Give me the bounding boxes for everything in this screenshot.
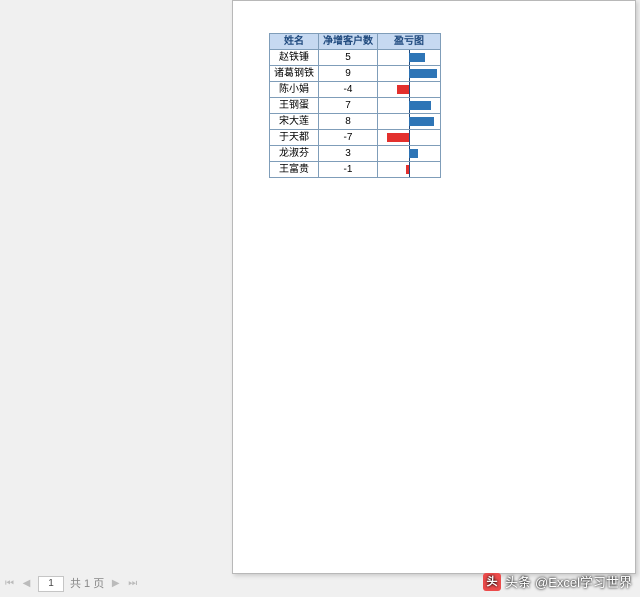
cell-value: -7 (319, 130, 378, 146)
table-row: 王钢蛋7 (270, 98, 441, 114)
cell-name: 宋大莲 (270, 114, 319, 130)
cell-name: 于天都 (270, 130, 319, 146)
cell-name: 陈小娟 (270, 82, 319, 98)
cell-value: -1 (319, 162, 378, 178)
pager-next-icon[interactable]: ▶ (110, 577, 121, 591)
bar-axis (409, 130, 410, 145)
table-row: 赵铁锤5 (270, 50, 441, 66)
pager-bar: ⏮ ◀ 1 共 1 页 ▶ ⏭ (4, 575, 138, 593)
watermark-icon: 头 (483, 573, 501, 591)
bar-positive (409, 149, 418, 158)
watermark-prefix: 头条 (505, 576, 531, 589)
cell-name: 龙淑芬 (270, 146, 319, 162)
cell-value: 3 (319, 146, 378, 162)
table-row: 陈小娟-4 (270, 82, 441, 98)
cell-name: 王钢蛋 (270, 98, 319, 114)
col-header-name: 姓名 (270, 34, 319, 50)
bar-positive (409, 69, 437, 78)
table-row: 宋大莲8 (270, 114, 441, 130)
pager-total-label: 共 1 页 (70, 579, 104, 590)
table-header-row: 姓名 净增客户数 盈亏图 (270, 34, 441, 50)
pager-last-icon[interactable]: ⏭ (127, 577, 138, 591)
cell-winloss-bar (378, 98, 441, 114)
watermark-handle: @Excel学习世界 (535, 576, 632, 589)
cell-winloss-bar (378, 162, 441, 178)
table-row: 于天都-7 (270, 130, 441, 146)
print-preview-page: 姓名 净增客户数 盈亏图 赵铁锤5诸葛钢铁9陈小娟-4王钢蛋7宋大莲8于天都-7… (232, 0, 636, 574)
bar-negative (387, 133, 409, 142)
cell-winloss-bar (378, 66, 441, 82)
cell-winloss-bar (378, 50, 441, 66)
bar-negative (406, 165, 409, 174)
pager-prev-icon[interactable]: ◀ (21, 577, 32, 591)
pager-first-icon[interactable]: ⏮ (4, 577, 15, 591)
watermark: 头 头条 @Excel学习世界 (483, 573, 632, 591)
bar-positive (409, 101, 431, 110)
cell-name: 王富贵 (270, 162, 319, 178)
bar-positive (409, 117, 434, 126)
cell-value: 8 (319, 114, 378, 130)
bar-positive (409, 53, 425, 62)
cell-winloss-bar (378, 130, 441, 146)
cell-winloss-bar (378, 146, 441, 162)
table-row: 龙淑芬3 (270, 146, 441, 162)
bar-axis (409, 162, 410, 177)
cell-value: 9 (319, 66, 378, 82)
table-body: 赵铁锤5诸葛钢铁9陈小娟-4王钢蛋7宋大莲8于天都-7龙淑芬3王富贵-1 (270, 50, 441, 178)
bar-negative (397, 85, 409, 94)
table-row: 诸葛钢铁9 (270, 66, 441, 82)
cell-value: 7 (319, 98, 378, 114)
cell-name: 诸葛钢铁 (270, 66, 319, 82)
data-table: 姓名 净增客户数 盈亏图 赵铁锤5诸葛钢铁9陈小娟-4王钢蛋7宋大莲8于天都-7… (269, 33, 441, 178)
cell-value: 5 (319, 50, 378, 66)
col-header-chart: 盈亏图 (378, 34, 441, 50)
cell-value: -4 (319, 82, 378, 98)
cell-winloss-bar (378, 114, 441, 130)
col-header-value: 净增客户数 (319, 34, 378, 50)
pager-current-input[interactable]: 1 (38, 576, 64, 592)
cell-winloss-bar (378, 82, 441, 98)
cell-name: 赵铁锤 (270, 50, 319, 66)
table-row: 王富贵-1 (270, 162, 441, 178)
bar-axis (409, 82, 410, 97)
